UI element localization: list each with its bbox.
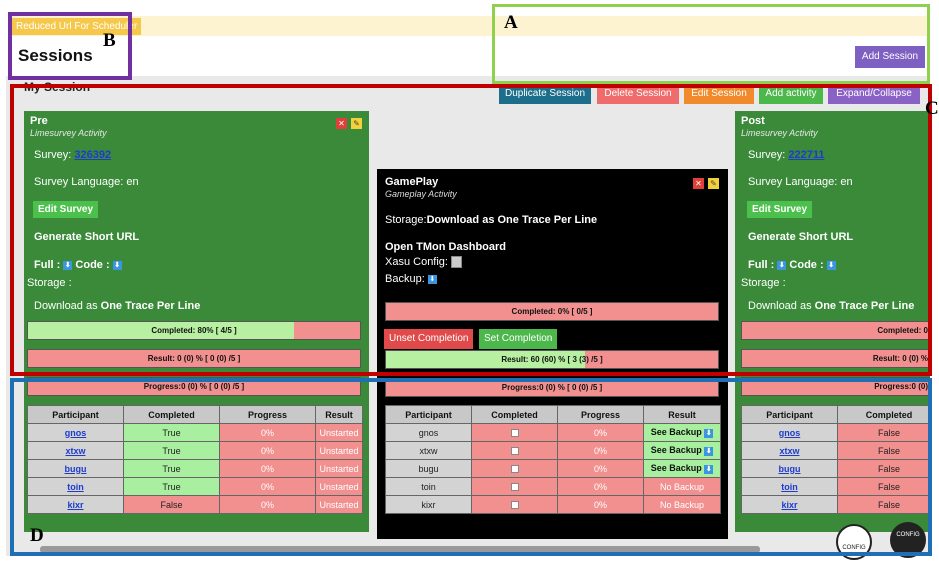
annotation-box-c [10,84,932,376]
annotation-box-d [10,378,932,556]
annotation-box-a [492,4,930,84]
annotation-label-b: B [103,30,116,51]
annotation-label-c: C [925,98,939,119]
annotation-label-d: D [30,525,44,546]
annotation-label-a: A [504,12,518,33]
